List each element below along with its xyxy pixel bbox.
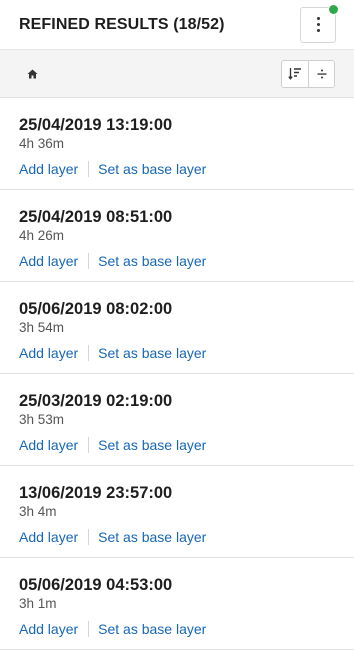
result-duration: 3h 1m (19, 596, 57, 611)
result-duration: 3h 54m (19, 320, 65, 335)
separator (88, 253, 90, 269)
add-layer-link[interactable]: Add layer (19, 620, 78, 638)
result-item: 05/06/2019 08:02:00 3h 54m Add layer Set… (0, 282, 354, 374)
result-actions: Add layer Set as base layer (19, 344, 335, 362)
set-base-layer-link[interactable]: Set as base layer (98, 436, 206, 454)
separator (88, 161, 90, 177)
home-icon (27, 69, 37, 78)
result-date: 25/03/2019 02:19:00 (19, 392, 173, 410)
options-menu-button[interactable] (300, 3, 339, 43)
result-duration: 4h 36m (19, 136, 65, 151)
add-layer-link[interactable]: Add layer (19, 436, 78, 454)
divide-button[interactable] (308, 60, 334, 87)
set-base-layer-link[interactable]: Set as base layer (98, 620, 206, 638)
separator (88, 529, 90, 545)
result-duration: 4h 26m (19, 228, 65, 243)
result-actions: Add layer Set as base layer (19, 620, 335, 638)
set-base-layer-link[interactable]: Set as base layer (98, 344, 206, 362)
set-base-layer-link[interactable]: Set as base layer (98, 160, 206, 178)
result-item: 25/04/2019 13:19:00 4h 36m Add layer Set… (0, 98, 354, 190)
add-layer-link[interactable]: Add layer (19, 528, 78, 546)
sort-button[interactable] (282, 61, 308, 87)
result-duration: 3h 4m (19, 504, 57, 519)
separator (88, 437, 90, 453)
result-actions: Add layer Set as base layer (19, 252, 335, 270)
result-date: 25/04/2019 13:19:00 (19, 116, 173, 134)
result-duration: 3h 53m (19, 412, 65, 427)
home-button[interactable] (25, 67, 39, 81)
result-actions: Add layer Set as base layer (19, 528, 335, 546)
results-header: REFINED RESULTS (18/52) (0, 0, 354, 50)
add-layer-link[interactable]: Add layer (19, 344, 78, 362)
result-item: 25/04/2019 08:51:00 4h 26m Add layer Set… (0, 190, 354, 282)
result-item: 05/06/2019 04:53:00 3h 1m Add layer Set … (0, 558, 354, 650)
result-date: 13/06/2019 23:57:00 (19, 484, 173, 502)
divide-icon (317, 69, 326, 78)
add-layer-link[interactable]: Add layer (19, 160, 78, 178)
kebab-menu-icon (316, 17, 320, 32)
results-title: REFINED RESULTS (18/52) (19, 15, 225, 33)
set-base-layer-link[interactable]: Set as base layer (98, 252, 206, 270)
separator (88, 345, 90, 361)
result-item: 25/03/2019 02:19:00 3h 53m Add layer Set… (0, 374, 354, 466)
result-date: 05/06/2019 08:02:00 (19, 300, 173, 318)
result-actions: Add layer Set as base layer (19, 160, 335, 178)
separator (88, 621, 90, 637)
status-dot (328, 3, 339, 15)
result-actions: Add layer Set as base layer (19, 436, 335, 454)
result-date: 25/04/2019 08:51:00 (19, 208, 173, 226)
results-list: 25/04/2019 13:19:00 4h 36m Add layer Set… (0, 98, 354, 650)
result-item: 13/06/2019 23:57:00 3h 4m Add layer Set … (0, 466, 354, 558)
set-base-layer-link[interactable]: Set as base layer (98, 528, 206, 546)
results-toolbar (0, 50, 354, 98)
sort-icon (288, 68, 301, 80)
add-layer-link[interactable]: Add layer (19, 252, 78, 270)
result-date: 05/06/2019 04:53:00 (19, 576, 173, 594)
sort-filter-group (281, 59, 335, 88)
